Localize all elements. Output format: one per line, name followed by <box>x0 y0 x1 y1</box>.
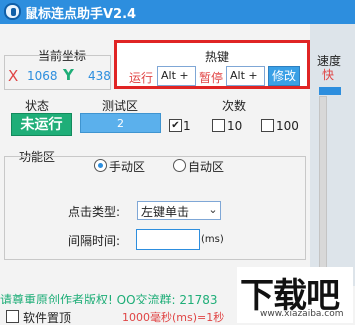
count-1-label: 1 <box>183 119 191 133</box>
topmost-checkbox[interactable] <box>6 310 19 323</box>
hotkey-run-label: 运行 <box>129 71 154 85</box>
speed-slider-thumb[interactable] <box>319 87 341 95</box>
topmost-label: 软件置顶 <box>23 311 72 325</box>
hotkey-run-input[interactable]: Alt + <box>157 66 196 86</box>
chevron-down-icon[interactable]: ⌄ <box>205 201 221 220</box>
y-value: 438 <box>88 69 111 83</box>
hotkey-modify-button[interactable]: 修改 <box>268 66 300 86</box>
mode-auto-radio[interactable] <box>173 159 186 172</box>
x-label: X <box>8 67 19 85</box>
speed-value-label: 快 <box>322 68 335 82</box>
status-title: 状态 <box>25 99 50 113</box>
count-100-checkbox[interactable] <box>261 119 274 132</box>
interval-input[interactable] <box>136 229 200 250</box>
status-indicator: 未运行 <box>11 113 72 136</box>
test-area-button[interactable]: 2 <box>80 113 161 133</box>
interval-unit: (ms) <box>201 234 224 245</box>
app-icon <box>4 3 21 20</box>
mode-manual-radio[interactable] <box>94 159 107 172</box>
click-type-label: 点击类型: <box>68 205 121 219</box>
watermark-url: www.xiazaiba.com <box>260 309 344 319</box>
window-title: 鼠标连点助手V2.4 <box>25 7 137 22</box>
count-100-label: 100 <box>276 119 299 133</box>
hotkey-title: 热键 <box>205 50 230 64</box>
count-1-checkbox[interactable]: ✔ <box>169 119 182 132</box>
interval-hint: 1000毫秒(ms)=1秒 <box>122 311 225 324</box>
count-title: 次数 <box>222 99 247 113</box>
x-value: 1068 <box>27 69 58 83</box>
test-area-title: 测试区 <box>102 99 139 113</box>
speed-slider-track[interactable] <box>319 96 327 286</box>
mode-manual-label: 手动区 <box>109 160 146 174</box>
count-10-label: 10 <box>227 119 243 133</box>
hotkey-pause-input[interactable]: Alt + <box>226 66 265 86</box>
interval-label: 间隔时间: <box>68 234 121 248</box>
title-bar[interactable]: 鼠标连点助手V2.4 <box>0 0 355 24</box>
mode-auto-label: 自动区 <box>188 160 225 174</box>
count-10-checkbox[interactable] <box>212 119 225 132</box>
y-label: Y <box>63 66 74 84</box>
hotkey-pause-label: 暂停 <box>199 71 224 85</box>
